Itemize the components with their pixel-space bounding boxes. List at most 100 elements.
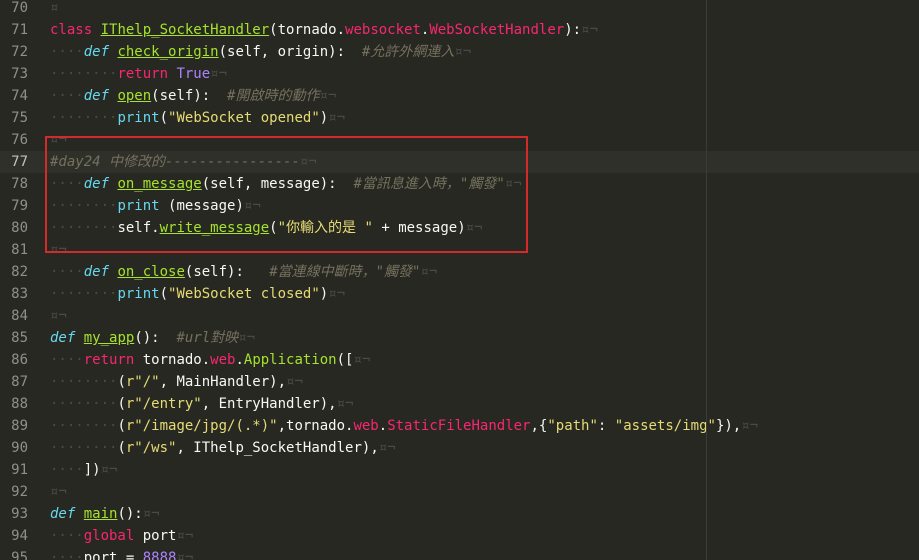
code-token: open: [117, 88, 152, 104]
code-line[interactable]: 94 ····global port¤¬: [0, 525, 919, 547]
code-line[interactable]: 83 ········print("WebSocket closed")¤¬: [0, 283, 919, 305]
code-token: ¤¬: [581, 22, 598, 38]
code-token: (message): [159, 198, 244, 214]
code-editor[interactable]: 70 ¤ 71 class IThelp_SocketHandler(tornado.…: [0, 0, 919, 560]
code-line[interactable]: 89 ········(r"/image/jpg/(.*)",tornado.we…: [0, 415, 919, 437]
line-code: ¤¬: [50, 239, 67, 261]
line-code: ····port = 8888¤¬: [50, 547, 193, 560]
code-line[interactable]: 87 ········(r"/", MainHandler),¤¬: [0, 371, 919, 393]
code-token: write_message: [159, 220, 270, 236]
code-line[interactable]: 82 ····def on_close(self): #當連線中斷時，"觸發"¤¬: [0, 261, 919, 283]
code-token: :: [597, 418, 615, 434]
code-token: ): [319, 286, 329, 302]
line-number: 77: [11, 154, 28, 170]
line-code: ········print (message)¤¬: [50, 195, 261, 217]
code-line[interactable]: 79 ········print (message)¤¬: [0, 195, 919, 217]
code-token: ····: [50, 528, 84, 544]
code-token: ¤¬: [420, 264, 438, 280]
code-token: ········: [50, 198, 118, 214]
code-token: ¤¬: [454, 44, 472, 60]
code-token: ():: [134, 330, 177, 346]
code-token: ········: [50, 110, 118, 126]
code-token: ¤¬: [50, 132, 67, 148]
line-code: def my_app(): #url對映¤¬: [50, 327, 255, 349]
line-number: 75: [11, 110, 28, 126]
code-line[interactable]: 75 ········print("WebSocket opened")¤¬: [0, 107, 919, 129]
line-code: ····global port¤¬: [50, 525, 193, 547]
code-token: WebSocketHandler: [429, 22, 565, 38]
code-token: ¤¬: [50, 308, 67, 324]
code-token: ¤¬: [328, 110, 346, 126]
code-token: ····: [50, 462, 84, 478]
line-number: 78: [11, 176, 28, 192]
code-token: ········: [50, 396, 118, 412]
line-code: ¤¬: [50, 129, 67, 151]
code-token: ····: [50, 550, 84, 560]
code-token: ([: [336, 352, 354, 368]
code-token: "WebSocket closed": [168, 286, 320, 302]
code-token: print: [117, 286, 160, 302]
code-line[interactable]: 85 def my_app(): #url對映¤¬: [0, 327, 919, 349]
code-token: class: [50, 22, 93, 38]
code-line[interactable]: 95 ····port = 8888¤¬: [0, 547, 919, 560]
line-code: ····def check_origin(self, origin): #允許外…: [50, 41, 471, 63]
code-token: ¤¬: [465, 220, 483, 236]
code-line[interactable]: 88 ········(r"/entry", EntryHandler),¤¬: [0, 393, 919, 415]
line-code: ····def on_message(self, message): #當訊息進…: [50, 173, 522, 195]
code-token: port =: [83, 550, 143, 560]
code-token: StaticFileHandler: [387, 418, 531, 434]
code-token: (: [117, 374, 126, 390]
code-token: r"/image/jpg/(.*)": [125, 418, 278, 434]
code-token: 8888: [142, 550, 177, 560]
code-token: ¤¬: [210, 66, 228, 82]
code-token: , EntryHandler),: [201, 396, 337, 412]
code-token: ¤¬: [741, 418, 759, 434]
code-line[interactable]: 78 ····def on_message(self, message): #當訊…: [0, 173, 919, 195]
code-line[interactable]: 84 ¤¬: [0, 305, 919, 327]
code-line[interactable]: 80 ········self.write_message("你輸入的是 " + …: [0, 217, 919, 239]
code-token: ¤¬: [286, 374, 303, 390]
code-line[interactable]: 76 ¤¬: [0, 129, 919, 151]
code-line[interactable]: 86 ····return tornado.web.Application([¤¬: [0, 349, 919, 371]
code-token: main: [83, 506, 118, 522]
code-token: def: [83, 176, 110, 192]
code-token: ········: [50, 66, 118, 82]
code-token: ····: [50, 352, 84, 368]
code-line[interactable]: 77 #day24 中修改的----------------¤¬: [0, 151, 919, 173]
code-line[interactable]: 90 ········(r"/ws", IThelp_SocketHandler)…: [0, 437, 919, 459]
code-line[interactable]: 72 ····def check_origin(self, origin): #允…: [0, 41, 919, 63]
line-number: 93: [11, 506, 28, 522]
code-line[interactable]: 93 def main():¤¬: [0, 503, 919, 525]
line-number: 94: [11, 528, 28, 544]
code-token: IThelp_SocketHandler: [100, 22, 270, 38]
code-token: .: [235, 352, 244, 368]
code-token: ¤: [50, 0, 59, 16]
code-token: web: [353, 418, 379, 434]
code-token: ········: [50, 286, 118, 302]
code-line[interactable]: 91 ····])¤¬: [0, 459, 919, 481]
line-number: 91: [11, 462, 28, 478]
code-line[interactable]: 92 ¤¬: [0, 481, 919, 503]
code-line[interactable]: 81 ¤¬: [0, 239, 919, 261]
code-token: ····: [50, 88, 84, 104]
code-token: ····: [50, 44, 84, 60]
code-token: ····: [50, 264, 84, 280]
code-token: "path": [547, 418, 598, 434]
line-number: 87: [11, 374, 28, 390]
code-line[interactable]: 74 ····def open(self): #開啟時的動作¤¬: [0, 85, 919, 107]
line-number: 73: [11, 66, 28, 82]
code-token: (: [269, 220, 278, 236]
code-token: (: [117, 440, 126, 456]
code-token: #url對映: [176, 330, 239, 346]
code-token: + message): [372, 220, 466, 236]
line-number: 90: [11, 440, 28, 456]
code-token: ········: [50, 418, 118, 434]
code-token: ¤¬: [243, 198, 261, 214]
code-line[interactable]: 71 class IThelp_SocketHandler(tornado.web…: [0, 19, 919, 41]
code-token: ¤¬: [328, 286, 346, 302]
code-token: }),: [715, 418, 742, 434]
code-line[interactable]: 70 ¤: [0, 0, 919, 19]
code-token: def: [83, 44, 110, 60]
code-line[interactable]: 73 ········return True¤¬: [0, 63, 919, 85]
